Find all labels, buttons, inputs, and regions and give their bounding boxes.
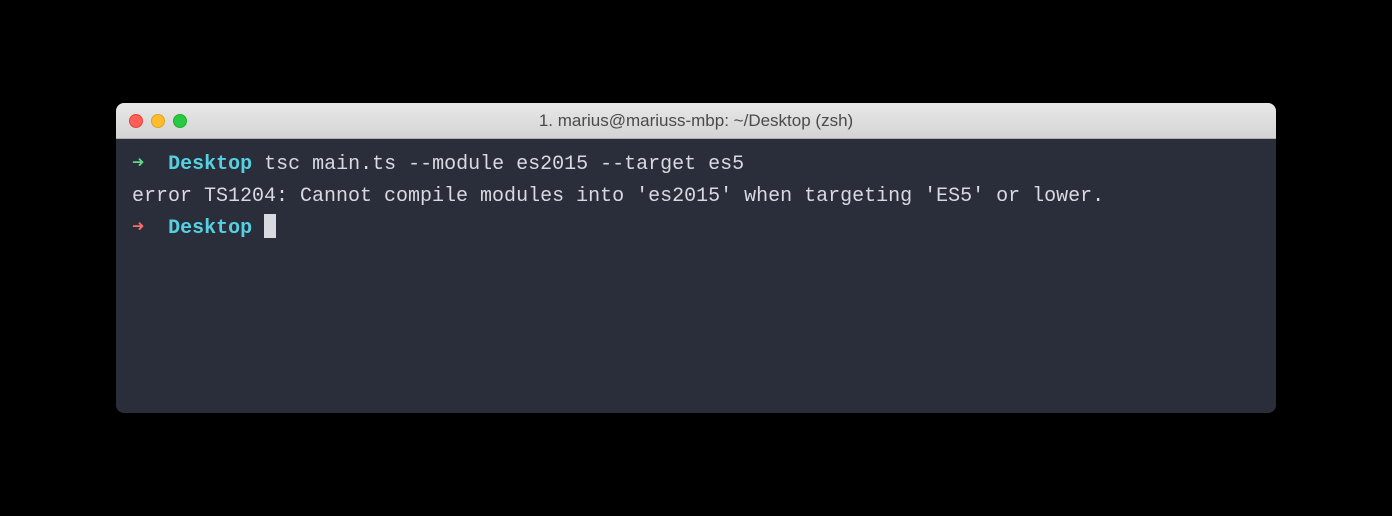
prompt-cwd: Desktop	[168, 153, 252, 176]
traffic-lights	[116, 114, 187, 128]
prompt-cwd: Desktop	[168, 217, 252, 240]
terminal-line: error TS1204: Cannot compile modules int…	[132, 181, 1260, 213]
prompt-arrow-icon: ➜	[132, 153, 144, 176]
close-window-button[interactable]	[129, 114, 143, 128]
cursor-icon	[264, 214, 276, 238]
terminal-line: ➜ Desktop	[132, 213, 1260, 245]
maximize-window-button[interactable]	[173, 114, 187, 128]
prompt-arrow-icon: ➜	[132, 217, 144, 240]
terminal-body[interactable]: ➜ Desktop tsc main.ts --module es2015 --…	[116, 139, 1276, 413]
error-output: error TS1204: Cannot compile modules int…	[132, 185, 1104, 208]
command-text: tsc main.ts --module es2015 --target es5	[264, 153, 744, 176]
minimize-window-button[interactable]	[151, 114, 165, 128]
window-titlebar[interactable]: 1. marius@mariuss-mbp: ~/Desktop (zsh)	[116, 103, 1276, 139]
terminal-window: 1. marius@mariuss-mbp: ~/Desktop (zsh) ➜…	[116, 103, 1276, 413]
window-title: 1. marius@mariuss-mbp: ~/Desktop (zsh)	[116, 111, 1276, 131]
terminal-line: ➜ Desktop tsc main.ts --module es2015 --…	[132, 149, 1260, 181]
